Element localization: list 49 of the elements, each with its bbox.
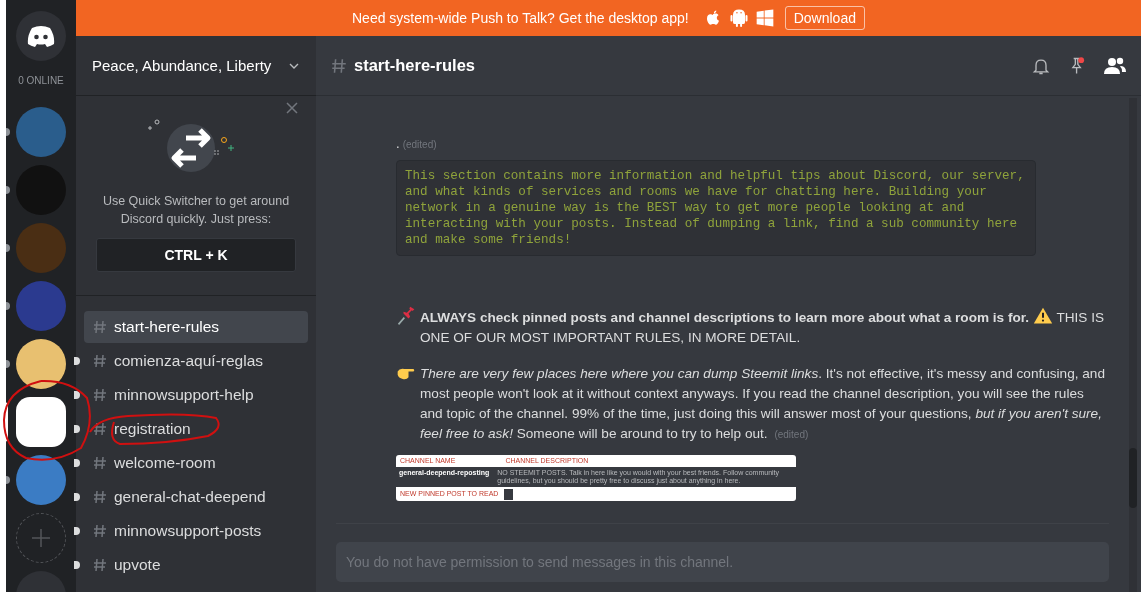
channel-item[interactable]: comienza-aquí-reglas (84, 345, 308, 377)
code-block: This section contains more information and helpful tips about Discord, our server, and what kinds of services and rooms we have for chatting here. Building your network in a genuine way is the BEST way to get more people looking at and interacting with your posts. Instead of dumping a link, find a sub community here and make some friends! (396, 160, 1036, 256)
server-icon[interactable] (16, 339, 66, 389)
channel-name: registration (114, 420, 191, 438)
shortcut-key-button[interactable]: CTRL + K (96, 238, 296, 272)
hash-icon (92, 387, 108, 403)
windows-icon (754, 8, 775, 28)
hash-icon (92, 557, 108, 573)
plus-icon (31, 528, 51, 548)
channel-item[interactable]: upvote (84, 549, 308, 581)
channel-name: minnowsupport-help (114, 386, 254, 404)
android-icon (728, 8, 749, 28)
rule-text: ALWAYS check pinned posts and channel descriptions to learn more about what a room is for. THIS IS ONE OF OUR MOST IMPORTANT RULES, IN MORE DETAIL. (420, 306, 1109, 348)
channel-name: comienza-aquí-reglas (114, 352, 264, 370)
discord-home-button[interactable] (16, 11, 66, 61)
edited-label: (edited) (402, 139, 437, 150)
hash-icon (92, 421, 108, 437)
hash-icon (92, 353, 108, 369)
message-text: . (396, 136, 400, 151)
channel-item[interactable]: welcome-room (84, 447, 308, 479)
channel-item[interactable]: minnowsupport-posts (84, 515, 308, 547)
channel-name: minnowsupport-posts (114, 522, 262, 540)
edited-label: (edited) (774, 429, 809, 440)
channel-item[interactable]: start-here-rules (84, 311, 308, 343)
discord-logo-icon (26, 25, 56, 47)
pushpin-icon (396, 306, 416, 326)
channel-name: general-chat-deepend (114, 488, 266, 506)
hash-icon (92, 523, 108, 539)
hash-icon (330, 56, 348, 75)
channel-title: start-here-rules (354, 56, 477, 75)
server-name[interactable]: Peace, Abundance, Liberty (92, 57, 272, 74)
hash-icon (92, 319, 108, 335)
server-icon[interactable] (16, 397, 66, 447)
pin-thumbnail-icon (504, 488, 514, 500)
channel-name: start-here-rules (114, 318, 220, 336)
banner-text: Need system-wide Push to Talk? Get the desktop app! (352, 10, 689, 26)
quick-switcher-hint: Use Quick Switcher to get around Discord quickly. Just press: (101, 193, 291, 228)
tip-text: There are very few places here where you can dump Steemit links. It's not effective, it's messy and confusing, and most people won't look at it without context anyways. If you read the channel description, you will see the rules and topic of the channel. 99% of the time, just doing this will answer most of your questions, but if you aren't sure, feel free to ask! Someone will be around to try to help out. (edited) (420, 365, 1106, 443)
channel-name: upvote (114, 556, 161, 574)
channel-item[interactable]: registration (84, 413, 308, 445)
channel-item[interactable]: minnowsupport-help (84, 379, 308, 411)
warning-icon (1032, 306, 1053, 326)
online-count: 0 ONLINE (18, 75, 64, 86)
close-icon[interactable] (286, 102, 298, 114)
hash-icon (92, 455, 108, 471)
channel-item[interactable]: general-chat-deepend (84, 481, 308, 513)
hash-icon (92, 489, 108, 505)
channel-name: welcome-room (114, 454, 216, 472)
scrollbar-thumb[interactable] (1129, 448, 1137, 508)
